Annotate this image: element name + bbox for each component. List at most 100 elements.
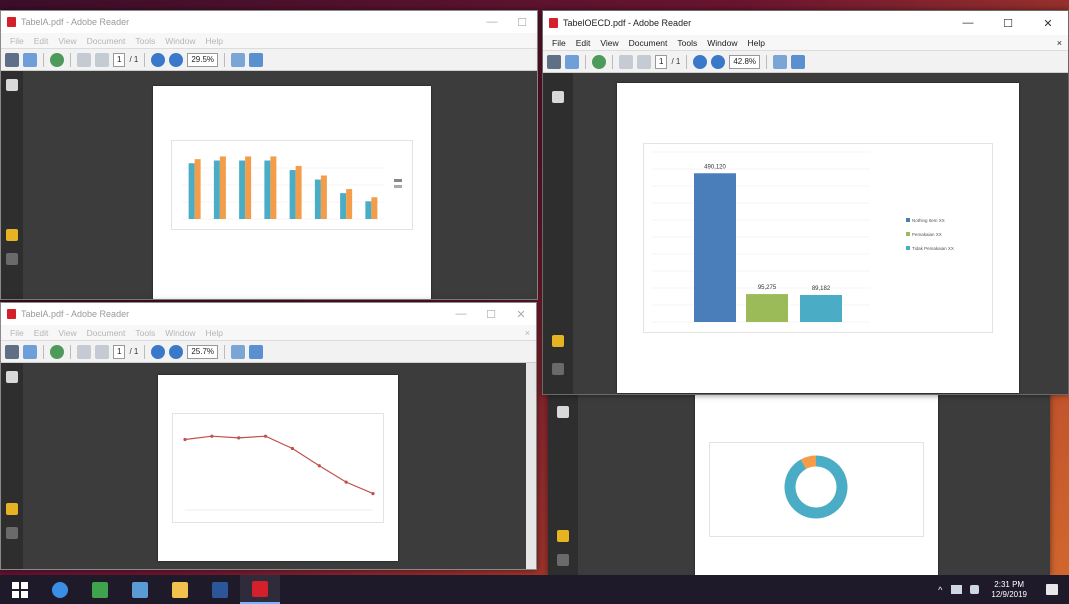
down-arrow-icon[interactable] xyxy=(637,54,651,69)
maximize-button[interactable]: ☐ xyxy=(507,11,537,33)
reader-window-bottom-right[interactable] xyxy=(548,392,1050,575)
export-icon[interactable] xyxy=(565,54,579,69)
attachment-icon[interactable] xyxy=(6,253,18,265)
menu-document[interactable]: Document xyxy=(624,38,673,48)
attachment-icon[interactable] xyxy=(6,527,18,539)
title-bar[interactable]: TabelOECD.pdf - Adobe Reader — ☐ ✕ xyxy=(543,11,1068,35)
zoom-input[interactable]: 42.8% xyxy=(729,54,761,69)
document-area[interactable]: 490,120 95,275 89,182 Nothing Item XX Pemaka… xyxy=(543,73,1068,394)
fit-page-icon[interactable] xyxy=(249,52,264,67)
zoom-out-icon[interactable] xyxy=(151,344,166,359)
taskbar-app-edge[interactable] xyxy=(40,575,80,604)
document-area[interactable] xyxy=(548,392,1050,575)
network-icon[interactable] xyxy=(951,585,963,594)
zoom-out-icon[interactable] xyxy=(151,52,166,67)
menu-help[interactable]: Help xyxy=(200,36,227,46)
pages-icon[interactable] xyxy=(552,91,564,103)
document-close-button[interactable]: × xyxy=(1057,38,1068,48)
globe-icon[interactable] xyxy=(592,54,606,69)
menu-document[interactable]: Document xyxy=(82,36,131,46)
menu-file[interactable]: File xyxy=(547,38,571,48)
fit-width-icon[interactable] xyxy=(773,54,788,69)
menu-edit[interactable]: Edit xyxy=(29,328,54,338)
fit-width-icon[interactable] xyxy=(231,52,246,67)
menu-view[interactable]: View xyxy=(53,328,81,338)
close-button[interactable]: ✕ xyxy=(506,303,536,325)
down-arrow-icon[interactable] xyxy=(95,52,109,67)
volume-icon[interactable] xyxy=(970,585,980,594)
zoom-input[interactable]: 29.5% xyxy=(187,52,219,67)
printer-icon[interactable] xyxy=(5,52,19,67)
menu-document[interactable]: Document xyxy=(82,328,131,338)
printer-icon[interactable] xyxy=(5,344,19,359)
menu-window[interactable]: Window xyxy=(160,328,200,338)
taskbar-app-green[interactable] xyxy=(80,575,120,604)
taskbar-app-explorer[interactable] xyxy=(160,575,200,604)
maximize-button[interactable]: ☐ xyxy=(988,12,1028,34)
document-area[interactable] xyxy=(1,71,537,299)
up-arrow-icon[interactable] xyxy=(77,344,91,359)
globe-icon[interactable] xyxy=(50,52,64,67)
action-center-button[interactable] xyxy=(1035,575,1069,604)
printer-icon[interactable] xyxy=(547,54,561,69)
comment-icon[interactable] xyxy=(552,335,564,347)
minimize-button[interactable]: — xyxy=(446,303,476,325)
globe-icon[interactable] xyxy=(50,344,64,359)
attachment-icon[interactable] xyxy=(557,554,569,566)
down-arrow-icon[interactable] xyxy=(95,344,109,359)
menu-tools[interactable]: Tools xyxy=(130,328,160,338)
page-number-input[interactable]: 1 xyxy=(655,54,668,69)
menu-help[interactable]: Help xyxy=(200,328,227,338)
taskbar-app-store[interactable] xyxy=(120,575,160,604)
menu-window[interactable]: Window xyxy=(160,36,200,46)
menu-file[interactable]: File xyxy=(5,36,29,46)
clock[interactable]: 2:31 PM 12/9/2019 xyxy=(983,580,1035,600)
menu-edit[interactable]: Edit xyxy=(29,36,54,46)
menu-view[interactable]: View xyxy=(53,36,81,46)
comment-icon[interactable] xyxy=(6,503,18,515)
close-button[interactable]: ✕ xyxy=(1028,12,1068,34)
menu-edit[interactable]: Edit xyxy=(571,38,596,48)
menu-view[interactable]: View xyxy=(595,38,623,48)
menu-window[interactable]: Window xyxy=(702,38,742,48)
title-bar[interactable]: TabelA.pdf - Adobe Reader — ☐ xyxy=(1,11,537,33)
fit-page-icon[interactable] xyxy=(791,54,806,69)
zoom-input[interactable]: 25.7% xyxy=(187,344,219,359)
pages-icon[interactable] xyxy=(6,79,18,91)
maximize-button[interactable]: ☐ xyxy=(476,303,506,325)
fit-page-icon[interactable] xyxy=(249,344,264,359)
menu-tools[interactable]: Tools xyxy=(672,38,702,48)
up-arrow-icon[interactable] xyxy=(77,52,91,67)
menu-tools[interactable]: Tools xyxy=(130,36,160,46)
start-button[interactable] xyxy=(0,575,40,604)
menu-file[interactable]: File xyxy=(5,328,29,338)
pages-icon[interactable] xyxy=(557,406,569,418)
up-arrow-icon[interactable] xyxy=(619,54,633,69)
menu-help[interactable]: Help xyxy=(742,38,769,48)
pages-icon[interactable] xyxy=(6,371,18,383)
reader-window-top-left[interactable]: TabelA.pdf - Adobe Reader — ☐ File Edit … xyxy=(0,10,538,300)
fit-width-icon[interactable] xyxy=(231,344,246,359)
taskbar-app-adobe-reader[interactable] xyxy=(240,575,280,604)
comment-icon[interactable] xyxy=(557,530,569,542)
zoom-in-icon[interactable] xyxy=(169,52,184,67)
tray-chevron-icon[interactable]: ^ xyxy=(933,585,947,595)
page-number-input[interactable]: 1 xyxy=(113,52,126,67)
attachment-icon[interactable] xyxy=(552,363,564,375)
zoom-out-icon[interactable] xyxy=(693,54,708,69)
title-bar[interactable]: TabelA.pdf - Adobe Reader — ☐ ✕ xyxy=(1,303,536,325)
minimize-button[interactable]: — xyxy=(948,12,988,34)
document-close-button[interactable]: × xyxy=(525,328,536,338)
comment-icon[interactable] xyxy=(6,229,18,241)
page-number-input[interactable]: 1 xyxy=(113,344,126,359)
reader-window-right[interactable]: TabelOECD.pdf - Adobe Reader — ☐ ✕ File … xyxy=(542,10,1069,395)
document-area[interactable] xyxy=(1,363,536,569)
taskbar-app-word[interactable] xyxy=(200,575,240,604)
zoom-in-icon[interactable] xyxy=(169,344,184,359)
export-icon[interactable] xyxy=(23,52,37,67)
export-icon[interactable] xyxy=(23,344,37,359)
minimize-button[interactable]: — xyxy=(477,11,507,33)
vertical-scrollbar[interactable] xyxy=(526,363,536,569)
reader-window-bottom-left[interactable]: TabelA.pdf - Adobe Reader — ☐ ✕ File Edi… xyxy=(0,302,537,570)
zoom-in-icon[interactable] xyxy=(711,54,726,69)
